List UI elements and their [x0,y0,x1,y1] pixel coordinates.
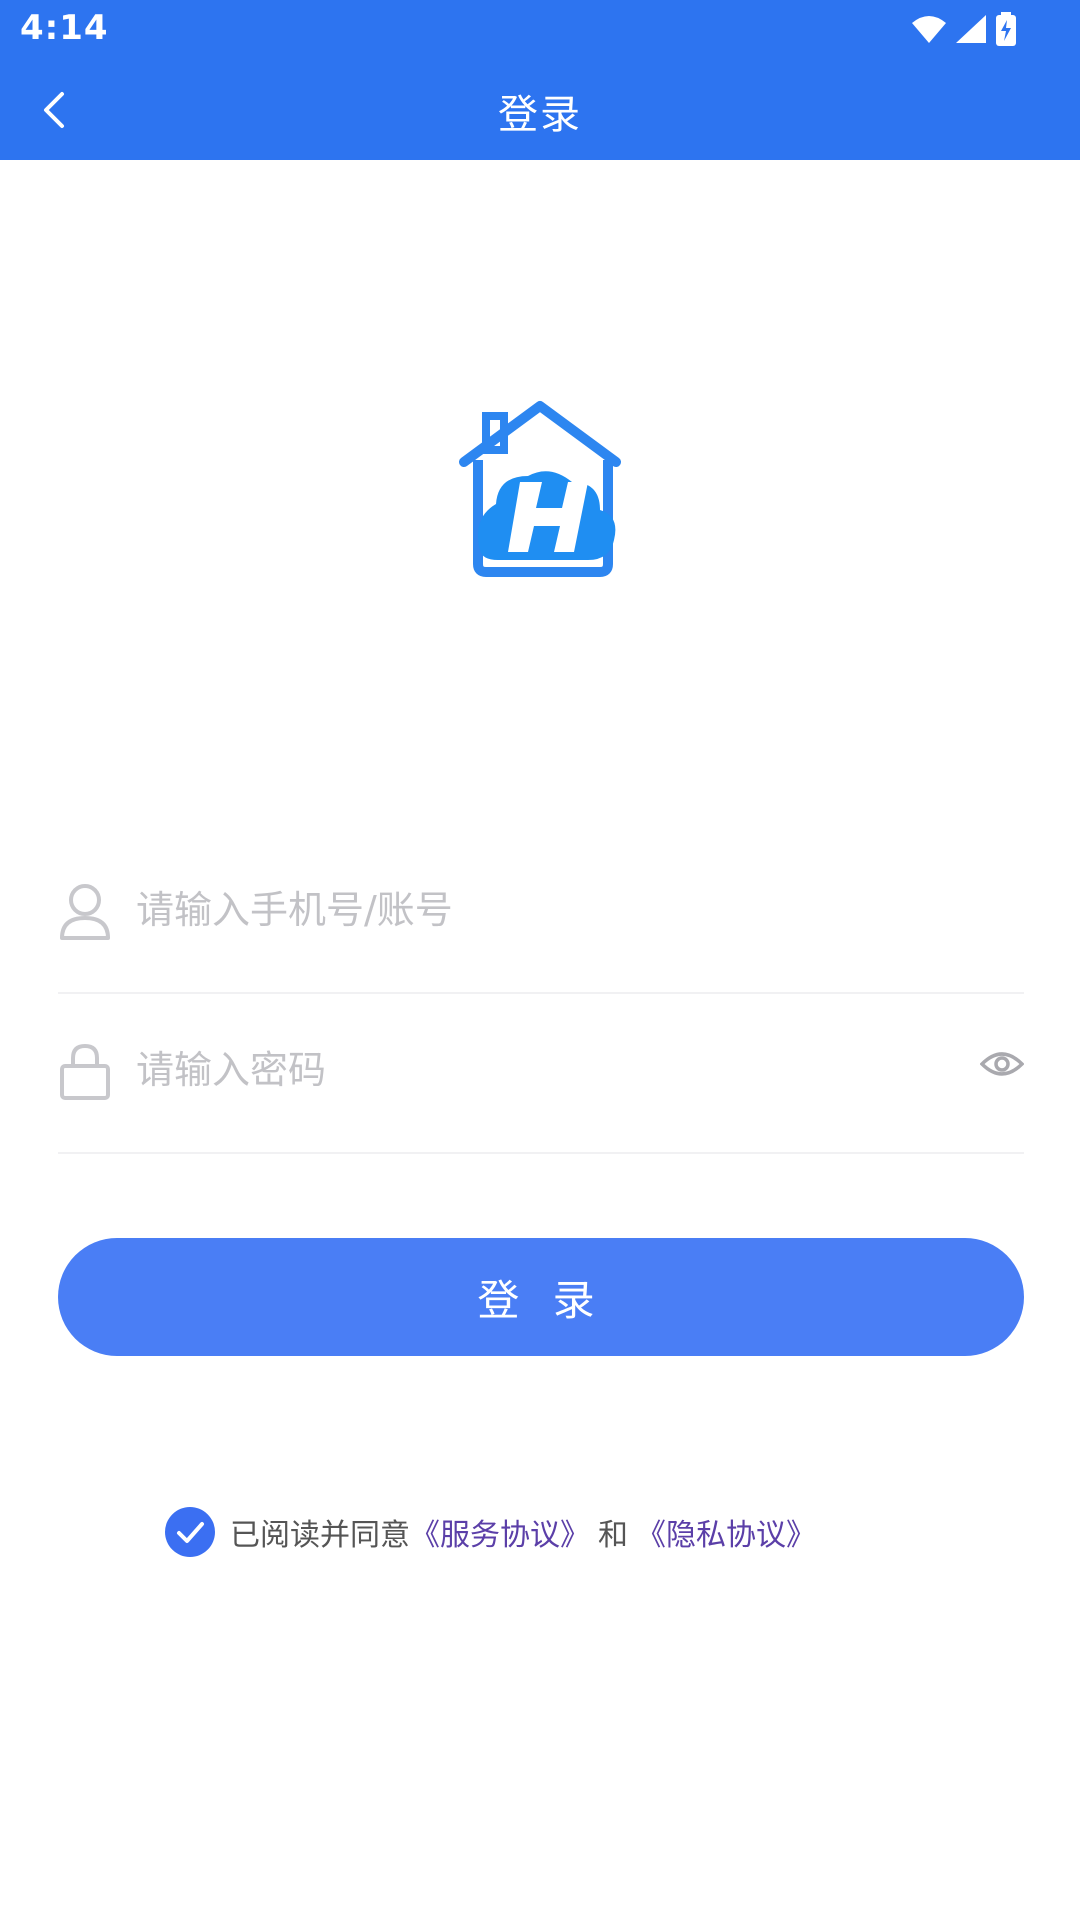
agreement-conjunction: 和 [598,1518,628,1553]
status-icons [912,12,1016,46]
check-icon[interactable] [164,1506,216,1558]
wifi-icon [912,16,946,43]
agreement-row: 已阅读并同意 《服务协议》 和 《隐私协议》 [164,1504,816,1560]
status-time: 4:14 [20,8,109,48]
cell-signal-icon [956,15,986,43]
user-icon [60,884,110,940]
service-agreement-link[interactable]: 《服务协议》 [410,1510,590,1554]
lock-icon [60,1043,110,1100]
privacy-agreement-link[interactable]: 《隐私协议》 [636,1510,816,1554]
battery-charging-icon [996,12,1016,46]
password-row [58,994,1024,1154]
username-input[interactable] [136,878,896,942]
app-bar: 登录 [0,60,1080,160]
agreement-prefix: 已阅读并同意 [230,1518,410,1553]
username-row [58,834,1024,994]
login-screen: 4:14 登录 请输入手机号/账号 登 录 已阅读并同意 《服务协议》 和 《隐… [0,0,1080,1920]
login-button[interactable]: 登 录 [58,1238,1024,1356]
app-logo-icon [459,401,621,577]
status-bar: 4:14 [0,0,1080,60]
password-input[interactable] [136,1038,896,1102]
eye-icon[interactable] [980,1046,1024,1082]
page-title: 登录 [498,92,582,138]
